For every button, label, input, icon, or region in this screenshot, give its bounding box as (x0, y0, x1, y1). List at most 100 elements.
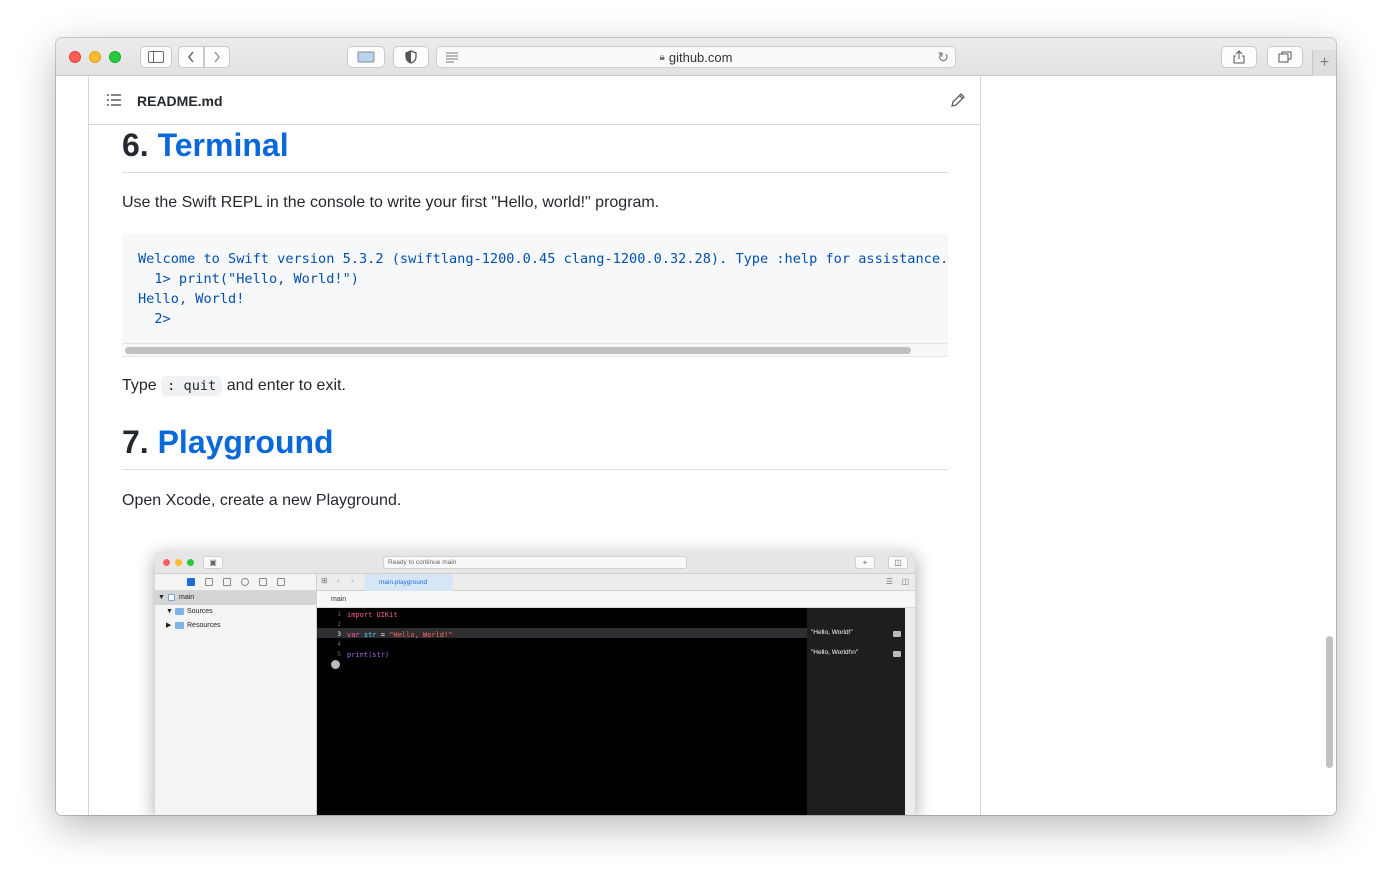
privacy-report-button[interactable] (393, 46, 429, 68)
exit-text-before: Type (122, 377, 157, 394)
share-button[interactable] (1221, 46, 1257, 68)
disclosure-down-icon: ▼ (158, 594, 165, 601)
readme-filename[interactable]: README.md (137, 93, 223, 109)
exit-instruction: Type : quit and enter to exit. (122, 376, 346, 396)
xcode-plus-icon: + (855, 556, 875, 569)
scrollbar-thumb[interactable] (125, 347, 911, 354)
browser-toolbar: 🔒︎ github.com ↻ + (56, 38, 1336, 76)
folder-icon (175, 619, 187, 633)
xcode-results-sidebar: "Hello, World!" "Hello, World!\n" (807, 608, 905, 815)
code-line-import: import UIKit (347, 611, 398, 619)
xcode-sidebar-icon: ▣ (203, 556, 223, 569)
forward-button[interactable] (204, 46, 230, 68)
symbol-icon (223, 578, 231, 586)
line-number: 2 (337, 621, 341, 628)
readme-header: README.md (89, 76, 980, 125)
navigator-label: Resources (187, 622, 221, 629)
readme-container: README.md 6. Terminal Use the Swift REPL… (88, 76, 981, 815)
xcode-code-area: 1 2 3 4 5 import UIKit var str = "Hello,… (317, 608, 807, 815)
terminal-intro: Use the Swift REPL in the console to wri… (122, 194, 660, 211)
folder-icon (187, 578, 195, 586)
grid-icon: ⊞ (321, 576, 328, 585)
code-line-var: var str = "Hello, World!" (347, 631, 453, 639)
xcode-minimize-dot (175, 559, 182, 566)
sidebar-toggle-button[interactable] (140, 46, 172, 68)
disclosure-down-icon: ▼ (166, 608, 173, 615)
swift-repl-codeblock: Welcome to Swift version 5.3.2 (swiftlan… (122, 233, 948, 357)
report-icon (277, 578, 285, 586)
warning-icon (259, 578, 267, 586)
zoom-window-button[interactable] (109, 51, 121, 63)
navigator-item-sources: ▼ Sources (155, 605, 316, 619)
line-number: 5 (337, 651, 341, 658)
navigator-label: main (179, 594, 195, 601)
close-window-button[interactable] (69, 51, 81, 63)
playground-file-icon (168, 591, 178, 605)
navigator-item-resources: ▶ Resources (155, 619, 316, 633)
quick-look-icon (893, 651, 901, 657)
source-control-icon (205, 578, 213, 586)
xcode-close-dot (163, 559, 170, 566)
inline-code-quit: : quit (161, 376, 223, 396)
xcode-jump-bar: main (317, 591, 915, 608)
tabs-overview-button[interactable] (1267, 46, 1303, 68)
line-number: 4 (337, 641, 341, 648)
chevron-right-icon: › (351, 576, 354, 585)
xcode-editor: ⊞ ‹ › main.playground ☰ ◫ main 1 2 3 4 5… (317, 574, 915, 815)
line-number: 1 (337, 611, 341, 618)
tabs-icon (1278, 51, 1292, 63)
heading-playground: 7. Playground (122, 424, 948, 470)
xcode-tab-main-playground: main.playground (365, 574, 453, 591)
code-line: Hello, World! (138, 291, 245, 307)
heading-number: 6. (122, 127, 149, 163)
xcode-screenshot: ▣ Ready to continue main + ◫ ▼ main ▼ So… (155, 552, 915, 815)
code-line-print: print(str) (347, 651, 390, 659)
reload-icon[interactable]: ↻ (937, 49, 949, 66)
editor-options-icon: ☰ (885, 577, 893, 586)
chevron-left-icon: ‹ (337, 576, 340, 585)
back-button[interactable] (178, 46, 204, 68)
sidebar-icon (148, 51, 164, 63)
xcode-right-gutter (905, 608, 915, 815)
disclosure-right-icon: ▶ (166, 622, 172, 629)
xcode-zoom-dot (187, 559, 194, 566)
tab-overview-button[interactable] (347, 46, 385, 68)
browser-window: 🔒︎ github.com ↻ + README.md 6. Terminal (56, 38, 1336, 815)
code-line: 1> print("Hello, World!") (138, 271, 359, 287)
image-icon (357, 51, 375, 63)
heading-link-playground[interactable]: Playground (158, 424, 334, 460)
run-playground-icon (331, 660, 340, 669)
result-value: "Hello, World!" (811, 629, 853, 636)
page-vertical-scrollbar[interactable] (1326, 636, 1333, 768)
heading-terminal: 6. Terminal (122, 127, 948, 173)
quick-look-icon (893, 631, 901, 637)
xcode-titlebar: ▣ Ready to continue main + ◫ (155, 552, 915, 574)
minimize-window-button[interactable] (89, 51, 101, 63)
result-value: "Hello, World!\n" (811, 649, 859, 656)
chevron-left-icon (188, 51, 194, 63)
xcode-navigator-tools (155, 574, 316, 591)
url-text: github.com (668, 49, 733, 65)
pencil-icon[interactable] (950, 92, 966, 108)
new-tab-button[interactable]: + (1312, 50, 1336, 76)
split-editor-icon: ◫ (901, 577, 909, 586)
heading-number: 7. (122, 424, 149, 460)
chevron-right-icon (214, 51, 220, 63)
xcode-navigator: ▼ main ▼ Sources ▶ Resources (155, 574, 317, 815)
folder-icon (175, 605, 187, 619)
navigator-item-main: ▼ main (155, 591, 316, 605)
xcode-status-bar: Ready to continue main (383, 556, 687, 569)
heading-link-terminal[interactable]: Terminal (158, 127, 289, 163)
page-content: README.md 6. Terminal Use the Swift REPL… (56, 76, 1336, 815)
address-bar[interactable]: 🔒︎ github.com ↻ (436, 46, 956, 68)
share-icon (1233, 50, 1245, 64)
xcode-tab-bar: ⊞ ‹ › main.playground ☰ ◫ (317, 574, 915, 591)
line-number: 3 (337, 631, 341, 638)
code-horizontal-scrollbar[interactable] (122, 343, 948, 357)
lock-icon: 🔒︎ (659, 51, 665, 63)
playground-intro: Open Xcode, create a new Playground. (122, 492, 402, 509)
xcode-panel-icon: ◫ (888, 556, 908, 569)
shield-icon (405, 50, 417, 64)
outline-list-icon[interactable] (107, 94, 121, 106)
reader-mode-icon[interactable] (445, 51, 459, 63)
